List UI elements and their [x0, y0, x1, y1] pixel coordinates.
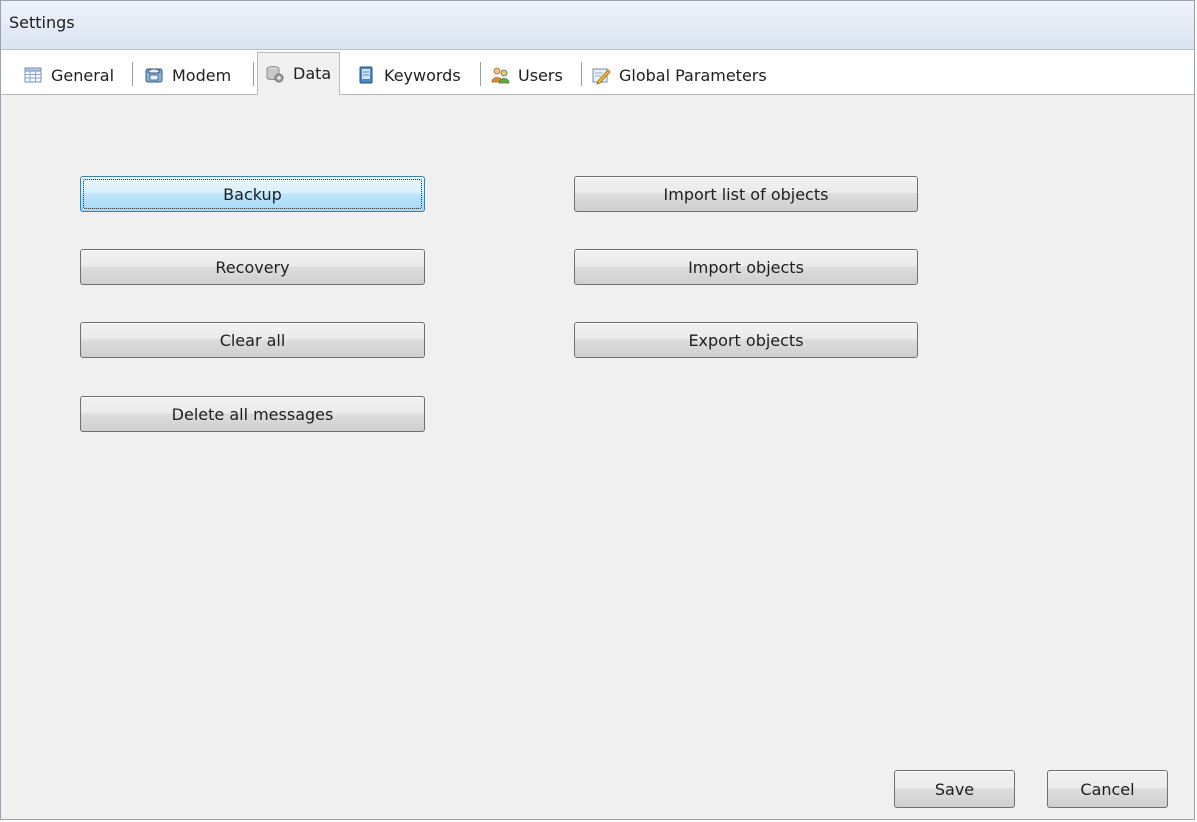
tab-strip: General Modem Data Keywords Users Global… [1, 50, 1194, 95]
settings-window: Settings General Modem Data Keywords Use… [0, 0, 1195, 820]
recovery-button[interactable]: Recovery [80, 249, 425, 285]
button-label: Recovery [215, 257, 290, 277]
title-bar: Settings [1, 1, 1194, 50]
button-label: Backup [223, 184, 282, 204]
edit-pencil-icon [592, 68, 611, 85]
backup-button[interactable]: Backup [80, 176, 425, 212]
button-label: Clear all [219, 330, 286, 350]
data-gear-icon [266, 65, 284, 82]
button-label: Delete all messages [171, 404, 334, 424]
tab-general[interactable]: General [16, 56, 122, 94]
tab-separator [480, 62, 481, 86]
phone-icon [145, 68, 163, 83]
cancel-button[interactable]: Cancel [1047, 770, 1168, 808]
window-title: Settings [9, 13, 75, 32]
tab-label: Users [518, 65, 563, 85]
book-icon [359, 66, 373, 84]
tab-label: Data [293, 64, 332, 83]
tab-global-parameters[interactable]: Global Parameters [584, 56, 775, 94]
button-label: Save [934, 779, 975, 799]
export-objects-button[interactable]: Export objects [574, 322, 918, 358]
tab-keywords[interactable]: Keywords [349, 56, 469, 94]
tab-label: Modem [172, 65, 232, 85]
import-objects-button[interactable]: Import objects [574, 249, 918, 285]
tab-modem[interactable]: Modem [137, 56, 239, 94]
delete-all-messages-button[interactable]: Delete all messages [80, 396, 425, 432]
tab-data[interactable]: Data [257, 52, 341, 95]
clear-all-button[interactable]: Clear all [80, 322, 425, 358]
tab-separator [581, 62, 582, 86]
tab-label: General [51, 65, 115, 85]
tab-separator [253, 62, 254, 86]
tab-separator [132, 62, 133, 86]
button-label: Import list of objects [663, 184, 829, 204]
users-icon [491, 67, 510, 84]
button-label: Cancel [1080, 779, 1135, 799]
tab-users[interactable]: Users [483, 56, 571, 94]
button-label: Export objects [688, 330, 804, 350]
button-label: Import objects [688, 257, 804, 277]
data-tab-panel: Backup Recovery Clear all Delete all mes… [1, 95, 1194, 819]
save-button[interactable]: Save [894, 770, 1015, 808]
tab-label: Global Parameters [619, 65, 767, 85]
tab-label: Keywords [384, 65, 461, 85]
table-icon [24, 67, 42, 83]
import-list-of-objects-button[interactable]: Import list of objects [574, 176, 918, 212]
